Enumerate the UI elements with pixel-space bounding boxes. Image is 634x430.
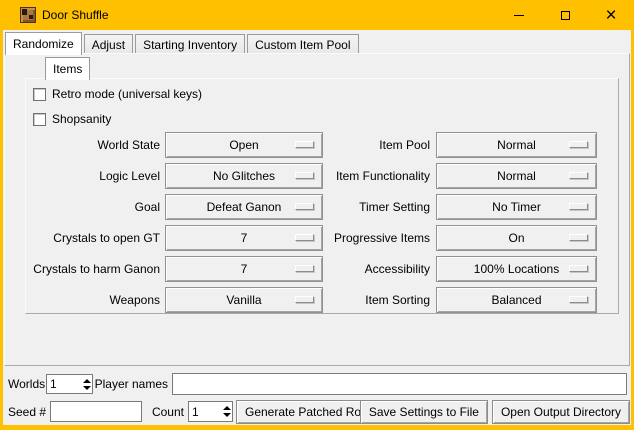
dropdown-indicator-icon [569, 141, 588, 148]
outer-tab-bar: Randomize Adjust Starting Inventory Cust… [5, 32, 361, 55]
timer-setting-value: No Timer [492, 200, 541, 214]
tab-items[interactable]: Items [45, 57, 90, 80]
app-window: Door Shuffle × Randomize Adjust Starting… [0, 0, 634, 430]
crystals-ganon-dropdown[interactable]: 7 [165, 256, 323, 282]
world-state-dropdown[interactable]: Open [165, 132, 323, 158]
dropdown-indicator-icon [295, 203, 314, 210]
close-icon: × [605, 6, 616, 25]
weapons-label: Weapons [110, 287, 160, 313]
client-area: Randomize Adjust Starting Inventory Cust… [3, 30, 631, 425]
dropdown-indicator-icon [569, 234, 588, 241]
crystals-gt-dropdown[interactable]: 7 [165, 225, 323, 251]
close-button[interactable]: × [588, 0, 634, 30]
goal-label: Goal [135, 194, 160, 220]
goal-dropdown[interactable]: Defeat Ganon [165, 194, 323, 220]
timer-setting-label: Timer Setting [359, 194, 430, 220]
dropdown-indicator-icon [295, 296, 314, 303]
worlds-label: Worlds [8, 374, 45, 394]
item-sorting-value: Balanced [491, 293, 541, 307]
dropdown-indicator-icon [295, 265, 314, 272]
dropdown-indicator-icon [569, 203, 588, 210]
open-output-directory-button[interactable]: Open Output Directory [492, 400, 630, 424]
generate-patched-rom-button[interactable]: Generate Patched Rom [236, 400, 380, 424]
item-functionality-label: Item Functionality [336, 163, 430, 189]
retro-mode-label: Retro mode (universal keys) [52, 87, 202, 101]
weapons-value: Vanilla [226, 293, 261, 307]
save-settings-button[interactable]: Save Settings to File [360, 400, 488, 424]
spin-up-icon[interactable] [223, 406, 231, 410]
world-state-value: Open [229, 138, 258, 152]
minimize-button[interactable] [496, 0, 542, 30]
count-label: Count [152, 402, 184, 422]
maximize-icon [561, 11, 570, 20]
worlds-input[interactable] [47, 375, 82, 393]
dropdown-indicator-icon [569, 172, 588, 179]
spin-up-icon[interactable] [83, 379, 91, 383]
crystals-ganon-label: Crystals to harm Ganon [33, 256, 160, 282]
crystals-gt-label: Crystals to open GT [53, 225, 160, 251]
dropdown-indicator-icon [569, 296, 588, 303]
tab-custom-item-pool[interactable]: Custom Item Pool [247, 34, 358, 55]
door-icon [20, 7, 36, 23]
bottom-right-buttons: Save Settings to File Open Output Direct… [360, 400, 630, 424]
item-functionality-value: Normal [497, 169, 536, 183]
accessibility-value: 100% Locations [474, 262, 559, 276]
worlds-spinbox[interactable] [46, 374, 93, 394]
progressive-items-dropdown[interactable]: On [436, 225, 597, 251]
spin-down-icon[interactable] [223, 413, 231, 417]
accessibility-dropdown[interactable]: 100% Locations [436, 256, 597, 282]
tab-randomize[interactable]: Randomize [5, 32, 82, 55]
player-names-label: Player names [95, 374, 168, 394]
item-functionality-dropdown[interactable]: Normal [436, 163, 597, 189]
item-pool-dropdown[interactable]: Normal [436, 132, 597, 158]
timer-setting-dropdown[interactable]: No Timer [436, 194, 597, 220]
dropdown-indicator-icon [295, 141, 314, 148]
progressive-items-label: Progressive Items [334, 225, 430, 251]
crystals-ganon-value: 7 [241, 262, 248, 276]
dropdown-indicator-icon [295, 234, 314, 241]
shopsanity-checkbox[interactable] [33, 113, 46, 126]
title-bar: Door Shuffle × [0, 0, 634, 30]
item-pool-label: Item Pool [379, 132, 430, 158]
maximize-button[interactable] [542, 0, 588, 30]
accessibility-label: Accessibility [365, 256, 430, 282]
spin-down-icon[interactable] [83, 386, 91, 390]
seed-label: Seed # [8, 402, 46, 422]
logic-level-label: Logic Level [99, 163, 160, 189]
logic-level-value: No Glitches [213, 169, 275, 183]
world-state-label: World State [98, 132, 160, 158]
tab-adjust[interactable]: Adjust [84, 34, 133, 55]
goal-value: Defeat Ganon [207, 200, 282, 214]
retro-mode-checkbox[interactable] [33, 88, 46, 101]
minimize-icon [514, 15, 524, 16]
crystals-gt-value: 7 [241, 231, 248, 245]
weapons-dropdown[interactable]: Vanilla [165, 287, 323, 313]
retro-mode-checkbox-row: Retro mode (universal keys) [33, 87, 202, 101]
logic-level-dropdown[interactable]: No Glitches [165, 163, 323, 189]
window-title: Door Shuffle [42, 0, 109, 30]
progressive-items-value: On [508, 231, 524, 245]
tab-starting-inventory[interactable]: Starting Inventory [135, 34, 245, 55]
player-names-input[interactable] [172, 373, 627, 395]
dropdown-indicator-icon [295, 172, 314, 179]
door-icon-detail [22, 9, 27, 15]
seed-input[interactable] [50, 401, 142, 422]
shopsanity-checkbox-row: Shopsanity [33, 112, 111, 126]
dropdown-indicator-icon [569, 265, 588, 272]
count-spinbox[interactable] [188, 401, 233, 422]
item-sorting-dropdown[interactable]: Balanced [436, 287, 597, 313]
worlds-spin-arrows[interactable] [82, 375, 92, 393]
count-spin-arrows[interactable] [222, 402, 232, 421]
item-sorting-label: Item Sorting [365, 287, 430, 313]
door-knob-detail [29, 15, 33, 19]
item-pool-value: Normal [497, 138, 536, 152]
count-input[interactable] [189, 402, 222, 421]
shopsanity-label: Shopsanity [52, 112, 111, 126]
